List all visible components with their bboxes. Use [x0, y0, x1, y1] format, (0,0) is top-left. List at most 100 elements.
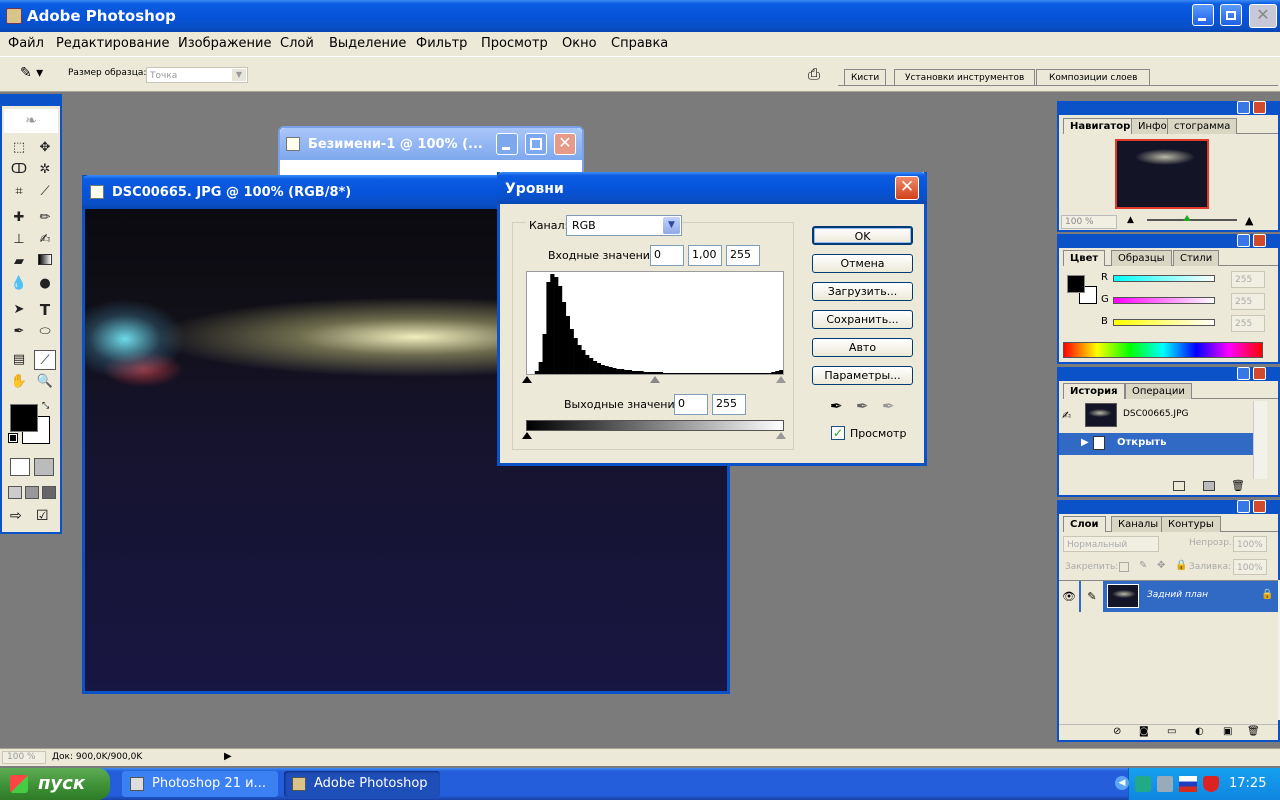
zoom-in-icon[interactable]: ▲	[1245, 214, 1253, 227]
history-brush-icon[interactable]: ✍	[34, 230, 56, 250]
menu-image[interactable]: Изображение	[178, 32, 271, 56]
notes-tool-icon[interactable]: ▤	[8, 350, 30, 370]
magic-wand-tool-icon[interactable]: ✲	[34, 160, 56, 180]
input-gamma-field[interactable]: 1,00	[688, 245, 722, 266]
quick-mask-icon[interactable]	[34, 458, 54, 476]
menu-window[interactable]: Окно	[562, 32, 597, 56]
color-minimize-button[interactable]	[1237, 234, 1250, 247]
history-header[interactable]	[1057, 367, 1280, 381]
levels-close-button[interactable]: ✕	[895, 176, 919, 200]
dodge-tool-icon[interactable]: ●	[34, 274, 56, 294]
hand-tool-icon[interactable]: ✋	[8, 372, 30, 392]
eyedropper-tool-icon[interactable]: ⟋	[34, 350, 56, 370]
navigator-zoom-value[interactable]: 100 %	[1061, 215, 1117, 229]
untitled-title-bar[interactable]: Безимени-1 @ 100% (... ✕	[280, 128, 582, 160]
minimize-button[interactable]	[1192, 4, 1214, 26]
close-button[interactable]: ✕	[1249, 4, 1277, 28]
input-black-field[interactable]: 0	[650, 245, 684, 266]
tab-channels[interactable]: Каналы	[1111, 516, 1166, 532]
history-minimize-button[interactable]	[1237, 367, 1250, 380]
zoom-out-icon[interactable]: ▲	[1127, 215, 1134, 225]
tab-color[interactable]: Цвет	[1063, 250, 1106, 266]
new-group-icon[interactable]: ▭	[1167, 726, 1176, 737]
layer-row[interactable]: 👁 ✎ Задний план 🔒	[1059, 580, 1278, 612]
preview-checkbox[interactable]: ✓	[831, 426, 845, 440]
move-tool-icon[interactable]: ✥	[34, 138, 56, 158]
preview-label[interactable]: Просмотр	[850, 427, 906, 440]
screen-mode-standard-icon[interactable]	[8, 486, 22, 499]
tab-layers[interactable]: Слои	[1063, 516, 1106, 532]
menu-select[interactable]: Выделение	[329, 32, 406, 56]
lasso-tool-icon[interactable]: ↀ	[8, 160, 30, 180]
menu-edit[interactable]: Редактирование	[56, 32, 169, 56]
well-tab-brushes[interactable]: Кисти	[844, 69, 887, 86]
ellipse-tool-icon[interactable]: ⬭	[34, 322, 56, 342]
delete-layer-icon[interactable]: 🗑	[1247, 726, 1260, 737]
output-white-field[interactable]: 255	[712, 394, 746, 415]
pen-tool-icon[interactable]: ✒	[8, 322, 30, 342]
color-close-button[interactable]	[1253, 234, 1266, 247]
sample-size-select[interactable]: Точка ▼	[146, 67, 248, 83]
healing-brush-icon[interactable]: ✚	[8, 208, 30, 228]
load-button[interactable]: Загрузить...	[812, 282, 913, 301]
save-button[interactable]: Сохранить...	[812, 310, 913, 329]
tab-history[interactable]: История	[1063, 383, 1125, 399]
history-close-button[interactable]	[1253, 367, 1266, 380]
input-black-slider[interactable]	[522, 376, 532, 383]
menu-filter[interactable]: Фильтр	[416, 32, 467, 56]
input-gamma-slider[interactable]	[650, 376, 660, 383]
type-tool-icon[interactable]: T	[34, 300, 56, 320]
well-tab-tool-presets[interactable]: Установки инструментов	[894, 69, 1036, 86]
foreground-color-swatch[interactable]	[10, 404, 38, 432]
marquee-tool-icon[interactable]: ⬚	[8, 138, 30, 158]
black-eyedropper-icon[interactable]: ✒	[830, 397, 843, 415]
opacity-field[interactable]: 100%	[1233, 536, 1267, 552]
r-value[interactable]: 255	[1231, 271, 1265, 288]
history-state-slider-icon[interactable]: ▶	[1081, 437, 1089, 448]
output-white-slider[interactable]	[776, 432, 786, 439]
blend-mode-select[interactable]: Нормальный	[1063, 536, 1159, 552]
g-value[interactable]: 255	[1231, 293, 1265, 310]
zoom-slider[interactable]	[1147, 219, 1237, 221]
clone-stamp-icon[interactable]: ⊥	[8, 230, 30, 250]
start-button[interactable]: пуск	[0, 768, 110, 800]
b-value[interactable]: 255	[1231, 315, 1265, 332]
tab-paths[interactable]: Контуры	[1161, 516, 1221, 532]
adobe-feather-icon[interactable]: ❧	[4, 109, 58, 133]
menu-help[interactable]: Справка	[611, 32, 668, 56]
fill-field[interactable]: 100%	[1233, 559, 1267, 575]
layers-header[interactable]	[1057, 500, 1280, 514]
blur-tool-icon[interactable]: 💧	[8, 274, 30, 294]
white-eyedropper-icon[interactable]: ✒	[882, 397, 895, 415]
input-white-slider[interactable]	[776, 376, 786, 383]
path-selection-icon[interactable]: ➤	[8, 300, 30, 320]
options-button[interactable]: Параметры...	[812, 366, 913, 385]
menu-layer[interactable]: Слой	[280, 32, 314, 56]
menu-view[interactable]: Просмотр	[481, 32, 548, 56]
trash-icon[interactable]: 🗑	[1231, 479, 1245, 492]
layer-mask-icon[interactable]: ◙	[1139, 726, 1149, 737]
tab-actions[interactable]: Операции	[1125, 383, 1192, 399]
layers-close-button[interactable]	[1253, 500, 1266, 513]
untitled-close-button[interactable]: ✕	[554, 133, 576, 155]
slice-tool-icon[interactable]: ⟋	[34, 182, 56, 202]
screen-mode-menu-icon[interactable]	[25, 486, 39, 499]
taskbar-item-adobe-photoshop[interactable]: Adobe Photoshop	[284, 771, 440, 797]
eraser-tool-icon[interactable]: ▰	[8, 252, 30, 272]
brush-tool-icon[interactable]: ✏	[34, 208, 56, 228]
history-brush-source-icon[interactable]: ✍	[1062, 409, 1071, 422]
antivirus-shield-icon[interactable]	[1203, 776, 1219, 792]
history-scrollbar[interactable]	[1253, 401, 1267, 479]
new-document-from-state-icon[interactable]	[1173, 481, 1185, 491]
new-snapshot-icon[interactable]	[1203, 481, 1215, 491]
history-step-row[interactable]: ▶ Открыть	[1059, 433, 1253, 455]
adjustment-layer-icon[interactable]: ◐	[1195, 726, 1204, 737]
taskbar-item-photoshop-file[interactable]: Photoshop 21 и...	[122, 771, 278, 797]
navigator-close-button[interactable]	[1253, 101, 1266, 114]
new-layer-icon[interactable]: ▣	[1223, 726, 1232, 737]
gradient-tool-icon[interactable]	[34, 252, 56, 272]
lock-position-icon[interactable]: ✥	[1157, 560, 1165, 571]
screen-mode-full-icon[interactable]	[42, 486, 56, 499]
layer-visibility-eye-icon[interactable]: 👁	[1059, 581, 1079, 612]
channel-select[interactable]: RGB ▼	[566, 215, 682, 236]
